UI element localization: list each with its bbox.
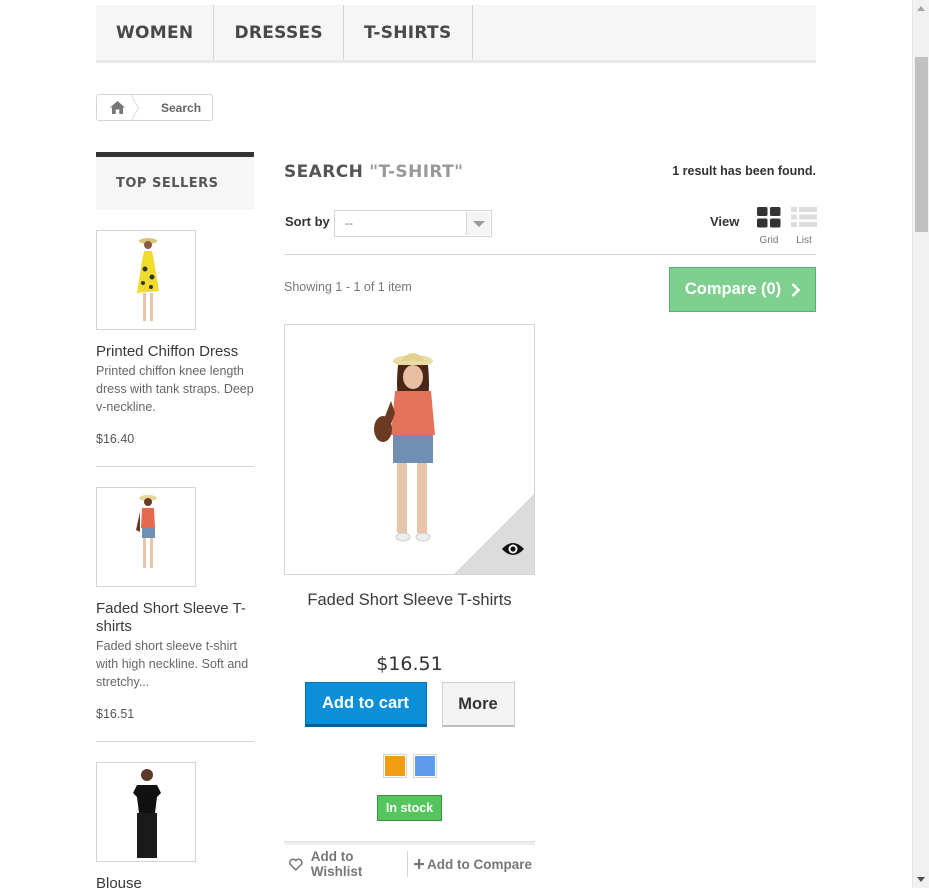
sort-value: -- [345, 216, 353, 230]
search-query: "T-SHIRT" [369, 162, 464, 182]
menu-item-dresses[interactable]: DRESSES [214, 5, 344, 60]
tshirt-model-image [136, 495, 157, 568]
sidebar-title[interactable]: TOP SELLERS [96, 152, 254, 210]
divider [96, 466, 254, 467]
heart-icon [289, 857, 303, 871]
sort-label: Sort by [285, 214, 330, 229]
home-icon [109, 101, 125, 114]
add-to-compare-link[interactable]: Add to Compare [408, 851, 532, 877]
dress-model-image [137, 238, 159, 321]
stock-badge: In stock [376, 795, 443, 821]
view-label: View [710, 214, 740, 229]
sidebar-top-sellers: TOP SELLERS Printed Chiffon Dress Printe… [96, 152, 254, 888]
sort-select[interactable]: -- [334, 210, 492, 237]
add-to-wishlist-link[interactable]: Add to Wishlist [284, 849, 408, 879]
showing-count: Showing 1 - 1 of 1 item [284, 280, 412, 294]
color-swatch-blue[interactable] [412, 754, 437, 778]
product-name[interactable]: Blouse [96, 875, 254, 888]
page: WOMEN DRESSES T-SHIRTS Search TOP SELLER… [0, 0, 929, 888]
divider [96, 741, 254, 742]
divider [284, 254, 816, 255]
eye-icon[interactable] [501, 541, 525, 557]
compare-link-label: Add to Compare [427, 856, 533, 872]
scroll-up-icon[interactable] [917, 6, 925, 11]
product-description: Faded short sleeve t-shirt with high nec… [96, 639, 249, 689]
top-menu: WOMEN DRESSES T-SHIRTS [96, 5, 816, 63]
view-grid-button[interactable]: Grid [757, 207, 781, 246]
list-item: Blouse [96, 762, 254, 888]
product-actions: Add to Wishlist Add to Compare [284, 842, 535, 883]
product-name[interactable]: Printed Chiffon Dress [96, 343, 254, 361]
product-thumbnail[interactable] [96, 230, 196, 330]
view-list-button[interactable]: List [791, 207, 817, 246]
grid-caption: Grid [759, 235, 779, 246]
color-swatch-orange[interactable] [382, 754, 407, 778]
product-price: $16.40 [96, 432, 135, 446]
scroll-down-icon[interactable] [917, 877, 925, 882]
quick-view-corner[interactable] [454, 494, 534, 574]
compare-button[interactable]: Compare (0) [669, 267, 816, 312]
product-thumbnail[interactable] [96, 487, 196, 587]
product-name[interactable]: Faded Short Sleeve T-shirts [96, 600, 254, 636]
blouse-model-image [133, 769, 161, 858]
product-image[interactable] [284, 324, 535, 575]
page-title: SEARCH "T-SHIRT" [284, 162, 463, 182]
list-item: Faded Short Sleeve T-shirts Faded short … [96, 487, 254, 721]
product-buttons: Add to cart More [284, 682, 535, 727]
chevron-down-icon [466, 212, 490, 235]
color-swatches [284, 754, 535, 778]
list-caption: List [796, 235, 812, 246]
wishlist-label: Add to Wishlist [310, 849, 363, 879]
compare-label: Compare (0) [684, 280, 782, 298]
product-price: $16.51 [96, 707, 135, 721]
grid-icon [757, 207, 781, 228]
breadcrumb: Search [96, 94, 213, 121]
list-item: Printed Chiffon Dress Printed chiffon kn… [96, 230, 254, 446]
list-icon [791, 207, 817, 227]
scrollbar-thumb[interactable] [915, 57, 928, 232]
product-name[interactable]: Faded Short Sleeve T-shirts [284, 591, 535, 610]
breadcrumb-current: Search [161, 100, 202, 115]
chevron-right-icon [791, 282, 801, 297]
more-button[interactable]: More [441, 682, 515, 727]
product-card: Faded Short Sleeve T-shirts $16.51 Add t… [284, 324, 535, 883]
menu-item-women[interactable]: WOMEN [96, 5, 215, 60]
search-label: SEARCH [284, 162, 364, 182]
product-price: $16.51 [376, 653, 443, 675]
result-count: 1 result has been found. [672, 164, 816, 178]
scrollbar[interactable] [912, 0, 929, 888]
menu-item-tshirts[interactable]: T-SHIRTS [344, 5, 473, 60]
plus-icon [414, 859, 424, 869]
product-description: Printed chiffon knee length dress with t… [96, 364, 254, 414]
product-thumbnail[interactable] [96, 762, 196, 862]
add-to-cart-button[interactable]: Add to cart [304, 682, 427, 727]
